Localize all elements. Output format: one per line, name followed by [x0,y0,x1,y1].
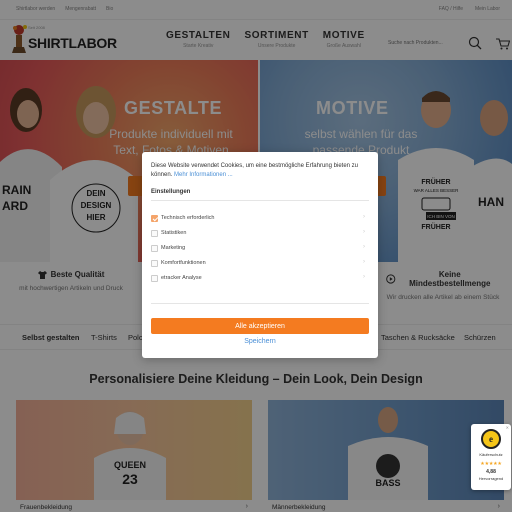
checkbox[interactable] [151,275,158,282]
cookie-option-label: Technisch erforderlich [161,215,215,221]
cookie-option-label: Statistiken [161,230,187,236]
divider [151,200,369,201]
trust-label: Käuferschutz [479,452,503,457]
trust-rating-text: Hervorragend [478,476,504,481]
close-icon[interactable]: ✕ [506,425,509,430]
trust-seal-icon: e [481,429,501,449]
chevron-right-icon[interactable]: › [363,274,365,280]
checkbox[interactable] [151,245,158,252]
checkbox-checked[interactable] [151,215,158,222]
trusted-shops-badge[interactable]: ✕ e Käuferschutz ★★★★★ 4,88 Hervorragend [471,424,511,490]
more-info-link[interactable]: Mehr Informationen ... [174,172,233,178]
save-button[interactable]: Speichern [142,338,378,345]
divider [151,303,369,304]
chevron-right-icon[interactable]: › [363,244,365,250]
trust-score: 4,88 [486,469,496,475]
cookie-option-statistics[interactable]: Statistiken › [151,228,369,240]
checkbox[interactable] [151,230,158,237]
trust-seal-letter: e [489,434,493,444]
cookie-option-etracker[interactable]: etracker Analyse › [151,273,369,285]
cookie-option-comfort[interactable]: Komfortfunktionen › [151,258,369,270]
cookie-option-label: Komfortfunktionen [161,260,206,266]
cookie-option-label: etracker Analyse [161,275,202,281]
star-rating-icon: ★★★★★ [480,461,502,467]
chevron-right-icon[interactable]: › [363,259,365,265]
cookie-intro: Diese Website verwendet Cookies, um eine… [151,162,371,180]
settings-heading: Einstellungen [151,189,191,195]
chevron-right-icon[interactable]: › [363,229,365,235]
checkbox[interactable] [151,260,158,267]
cookie-consent-dialog: Diese Website verwendet Cookies, um eine… [142,152,378,358]
chevron-right-icon[interactable]: › [363,214,365,220]
cookie-option-marketing[interactable]: Marketing › [151,243,369,255]
cookie-option-label: Marketing [161,245,186,251]
cookie-option-technical[interactable]: Technisch erforderlich › [151,213,369,225]
accept-all-button[interactable]: Alle akzeptieren [151,318,369,334]
